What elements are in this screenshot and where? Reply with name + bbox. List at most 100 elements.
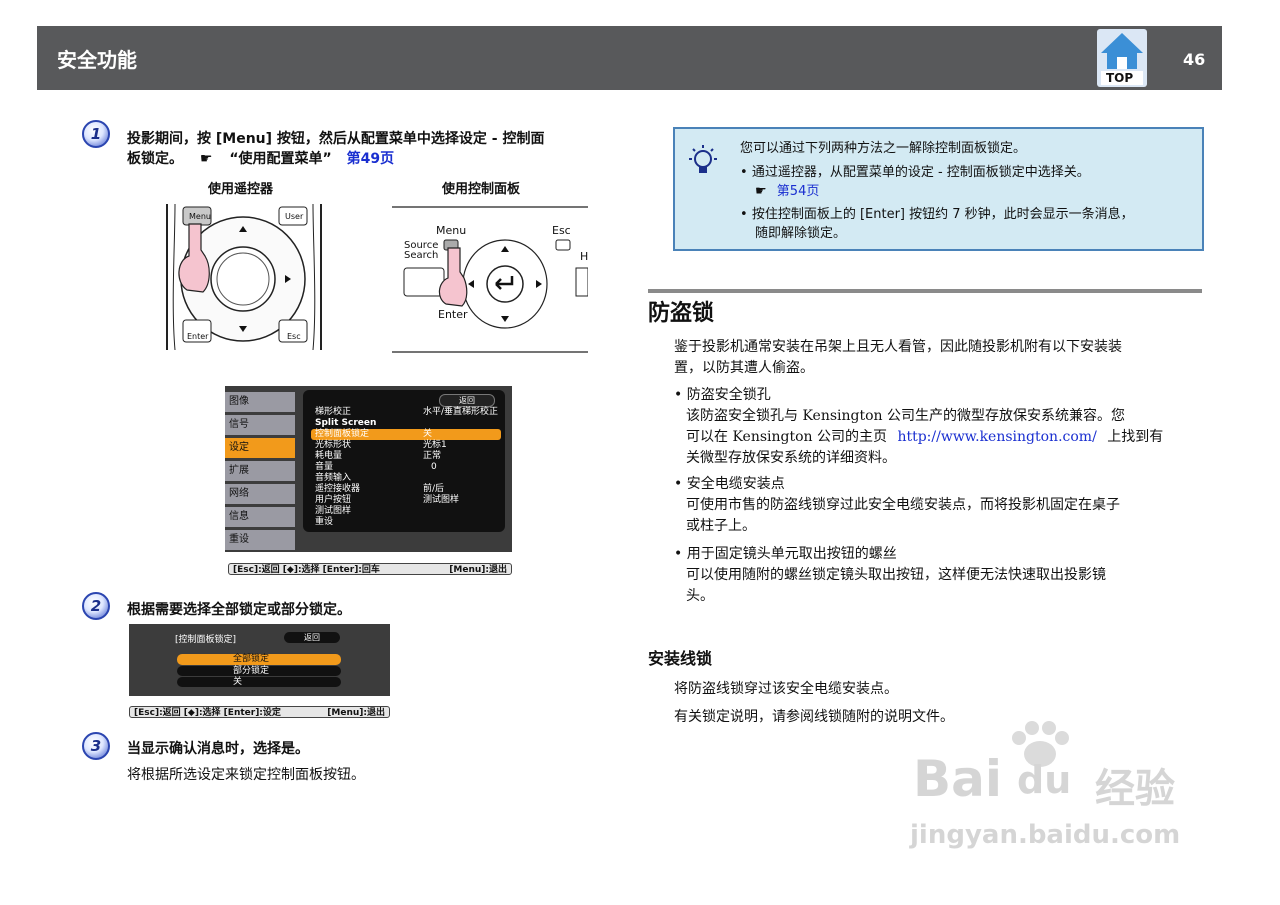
list-item-text: 可以在 Kensington 公司的主页 xyxy=(686,429,887,445)
kensington-link[interactable]: http://www.kensington.com/ xyxy=(897,429,1096,445)
remote-menu-label: Menu xyxy=(189,212,211,221)
tip-bullet-1-link[interactable]: 第54页 xyxy=(777,184,820,199)
menu-tab-image[interactable]: 图像 xyxy=(225,392,295,412)
menu-row-label[interactable]: 遥控接收器 xyxy=(315,484,360,495)
tip-intro: 您可以通过下列两种方法之一解除控制面板锁定。 xyxy=(740,141,1027,156)
lock-menu-return-button[interactable]: 返回 xyxy=(284,632,340,643)
menu-tab-signal[interactable]: 信号 xyxy=(225,415,295,435)
menu-row-label[interactable]: 重设 xyxy=(315,517,333,528)
list-item-title: 安全电缆安装点 xyxy=(686,476,785,492)
section-divider xyxy=(648,289,1202,293)
lock-option-off[interactable]: 关 xyxy=(177,677,341,687)
menu-row-label[interactable]: 控制面板锁定 xyxy=(315,429,369,440)
section-intro-line1: 鉴于投影机通常安装在吊架上且无人看管，因此随投影机附有以下安装装 xyxy=(674,339,1122,355)
panel-h-label: H xyxy=(580,250,589,263)
menu-row-value: 水平/垂直梯形校正 xyxy=(423,407,499,417)
list-item: • 安全电缆安装点 可使用市售的防盗线锁穿过此安全电缆安装点，而将投影机固定在桌… xyxy=(674,474,1204,537)
menu-row-label[interactable]: 音频输入 xyxy=(315,473,351,484)
menu-row-label[interactable]: 光标形状 xyxy=(315,440,351,451)
list-item: • 用于固定镜头单元取出按钮的螺丝 可以使用随附的螺丝锁定镜头取出按钮，这样便无… xyxy=(674,544,1204,607)
top-button[interactable]: TOP xyxy=(1097,29,1147,87)
list-item-line: 可使用市售的防盗线锁穿过此安全电缆安装点，而将投影机固定在桌子 xyxy=(686,497,1120,513)
top-label: TOP xyxy=(1106,71,1134,85)
control-panel-illustration: Menu Esc Source Search Enter H xyxy=(392,206,589,354)
menu-row-value: 光标1 xyxy=(423,440,447,450)
subsection-line1: 将防盗线锁穿过该安全电缆安装点。 xyxy=(674,681,898,697)
lock-menu-title: [控制面板锁定] xyxy=(175,635,237,645)
config-menu-footer: [Esc]:返回 [◆]:选择 [Enter]:回车 [Menu]:退出 xyxy=(228,563,512,575)
menu-row-label[interactable]: 音量 xyxy=(315,462,333,473)
menu-tab-info[interactable]: 信息 xyxy=(225,507,295,527)
caption-remote: 使用遥控器 xyxy=(208,182,274,197)
tip-bullet-1: • 通过遥控器，从配置菜单的设定 - 控制面板锁定中选择关。 xyxy=(740,165,1090,180)
step-3-marker: 3 xyxy=(82,732,110,760)
pointer-hand-icon: ☛ xyxy=(755,184,767,199)
section-intro: 鉴于投影机通常安装在吊架上且无人看管，因此随投影机附有以下安装装 置，以防其遭人… xyxy=(674,337,1122,379)
watermark-brand3: 经验 xyxy=(1095,766,1175,812)
remote-control-illustration: Menu User Enter Esc xyxy=(163,203,325,351)
panel-menu-label: Menu xyxy=(436,224,467,237)
list-item: • 防盗安全锁孔 该防盗安全锁孔与 Kensington 公司生产的微型存放保安… xyxy=(674,385,1204,469)
list-item-line: 关微型存放保安系统的详细资料。 xyxy=(686,450,896,466)
menu-row-value: 正常 xyxy=(423,451,442,461)
menu-row-label[interactable]: 梯形校正 xyxy=(315,407,351,418)
config-menu-screen: 图像 信号 设定 扩展 网络 信息 重设 返回 梯形校正 水平/垂直梯形校正 S… xyxy=(225,386,512,552)
menu-row-value: 0 xyxy=(431,462,437,472)
menu-tab-settings[interactable]: 设定 xyxy=(225,438,295,458)
menu-tab-reset[interactable]: 重设 xyxy=(225,530,295,550)
baidu-watermark: Bai du 经验 jingyan.baidu.com xyxy=(905,720,1205,860)
tip-bullet-2-line1: 按住控制面板上的 [Enter] 按钮约 7 秒钟，此时会显示一条消息， xyxy=(751,207,1134,222)
lock-option-all[interactable]: 全部锁定 xyxy=(177,654,341,665)
lightbulb-icon xyxy=(689,145,717,173)
step-3-subtext: 将根据所选设定来锁定控制面板按钮。 xyxy=(127,767,365,783)
step-1-line2: 板锁定。 ☛ “使用配置菜单” 第49页 xyxy=(127,149,627,169)
tip-bullet-1-ref: ☛ 第54页 xyxy=(755,182,819,201)
panel-esc-label: Esc xyxy=(552,224,571,237)
step-1-line2-prefix: 板锁定。 xyxy=(127,151,183,167)
step-1-ref-text: “使用配置菜单” xyxy=(229,151,332,167)
panel-search-label: Search xyxy=(404,250,439,261)
remote-user-label: User xyxy=(285,212,304,221)
menu-row-label[interactable]: 测试图样 xyxy=(315,506,351,517)
menu-tab-extended[interactable]: 扩展 xyxy=(225,461,295,481)
step-1-ref-link[interactable]: 第49页 xyxy=(347,151,394,167)
step-1-text: 投影期间，按 [Menu] 按钮，然后从配置菜单中选择设定 - 控制面 板锁定。… xyxy=(127,129,627,169)
caption-panel: 使用控制面板 xyxy=(442,182,521,197)
list-item-title: 防盗安全锁孔 xyxy=(686,387,771,403)
menu-footer-right: [Menu]:退出 xyxy=(449,565,507,575)
list-item-line: 头。 xyxy=(686,588,714,604)
remote-enter-label: Enter xyxy=(187,332,209,341)
list-item-line: 或柱子上。 xyxy=(686,518,756,534)
menu-row-value: 关 xyxy=(423,429,433,439)
tip-box: 您可以通过下列两种方法之一解除控制面板锁定。 • 通过遥控器，从配置菜单的设定 … xyxy=(673,127,1204,251)
tip-bullet-2-line2: 随即解除锁定。 xyxy=(755,226,847,241)
menu-row-value: 测试图样 xyxy=(423,495,460,505)
remote-control-icon xyxy=(166,203,322,351)
page-header: 安全功能 TOP 46 xyxy=(37,26,1222,90)
step-2-marker: 2 xyxy=(82,592,110,620)
menu-panel: 返回 梯形校正 水平/垂直梯形校正 Split Screen 控制面板锁定 关 … xyxy=(303,390,505,532)
menu-row-value: 前/后 xyxy=(423,484,445,494)
watermark-brand: Bai xyxy=(913,750,1002,808)
section-title: 防盗锁 xyxy=(648,301,715,326)
menu-row-label[interactable]: 用户按钮 xyxy=(315,495,351,506)
page-number: 46 xyxy=(1183,50,1206,69)
lock-menu-footer: [Esc]:返回 [◆]:选择 [Enter]:设定 [Menu]:退出 xyxy=(129,706,390,718)
page-title: 安全功能 xyxy=(57,48,137,72)
menu-return-button[interactable]: 返回 xyxy=(439,394,495,407)
lock-footer-right: [Menu]:退出 xyxy=(327,708,385,718)
menu-row-label[interactable]: Split Screen xyxy=(315,418,376,429)
menu-tab-network[interactable]: 网络 xyxy=(225,484,295,504)
tip-bullet-1-text: 通过遥控器，从配置菜单的设定 - 控制面板锁定中选择关。 xyxy=(751,165,1090,180)
list-item-text: 上找到有 xyxy=(1107,429,1164,445)
remote-esc-label: Esc xyxy=(287,332,301,341)
step-1-line1: 投影期间，按 [Menu] 按钮，然后从配置菜单中选择设定 - 控制面 xyxy=(127,131,545,147)
watermark-url: jingyan.baidu.com xyxy=(910,820,1181,850)
menu-footer-left: [Esc]:返回 [◆]:选择 [Enter]:回车 xyxy=(233,565,380,575)
step-2-text: 根据需要选择全部锁定或部分锁定。 xyxy=(127,602,351,618)
menu-row-label[interactable]: 耗电量 xyxy=(315,451,342,462)
list-item-line: 可以在 Kensington 公司的主页 http://www.kensingt… xyxy=(674,427,1204,448)
lock-option-partial[interactable]: 部分锁定 xyxy=(177,666,341,676)
lock-menu-screen: [控制面板锁定] 返回 全部锁定 部分锁定 关 xyxy=(129,624,390,696)
section-intro-line2: 置，以防其遭人偷盗。 xyxy=(674,360,814,376)
